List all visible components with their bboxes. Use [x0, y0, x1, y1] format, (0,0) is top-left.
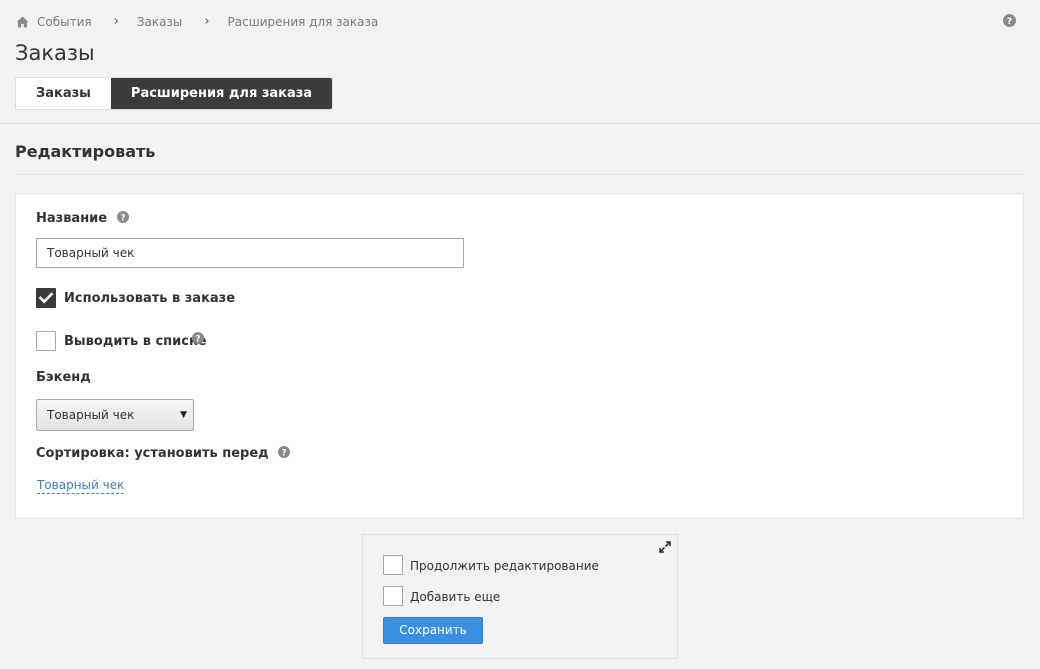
breadcrumb-item-orders[interactable]: Заказы [137, 15, 183, 29]
add-more-checkbox[interactable] [383, 586, 403, 606]
name-label: Название ? [36, 211, 129, 226]
question-circle-icon[interactable]: ? [192, 332, 204, 344]
breadcrumb-item-events[interactable]: События [16, 15, 92, 29]
caret-down-icon: ▼ [180, 410, 187, 420]
show-in-list-label[interactable]: Выводить в списке [64, 334, 207, 349]
continue-editing-checkbox[interactable] [383, 555, 403, 575]
tab-orders[interactable]: Заказы [16, 78, 111, 109]
chevron-right-icon: › [204, 14, 210, 29]
svg-text:?: ? [196, 334, 201, 344]
edit-form: Название ? Товарный чек Использовать в з… [15, 193, 1024, 519]
sort-label: Сортировка: установить перед ? [36, 446, 291, 461]
chevron-right-icon: › [113, 14, 119, 29]
question-circle-icon[interactable]: ? [116, 211, 129, 223]
checkmark-icon [38, 292, 54, 304]
continue-editing-label[interactable]: Продолжить редактирование [410, 559, 599, 573]
name-input[interactable]: Товарный чек [36, 238, 464, 268]
svg-text:?: ? [120, 213, 125, 223]
add-more-label[interactable]: Добавить еще [410, 590, 500, 604]
svg-text:?: ? [1007, 17, 1012, 27]
breadcrumb-item-order-extensions: Расширения для заказа [227, 14, 379, 29]
tab-order-extensions[interactable]: Расширения для заказа [110, 78, 333, 109]
show-in-list-checkbox[interactable] [36, 331, 56, 351]
home-icon [16, 16, 29, 27]
divider [0, 123, 1040, 124]
tab-bar: Заказы Расширения для заказа [15, 77, 334, 110]
use-in-order-label[interactable]: Использовать в заказе [64, 291, 235, 306]
svg-text:?: ? [282, 448, 287, 458]
section-title: Редактировать [15, 142, 156, 161]
save-panel: Продолжить редактирование Добавить еще С… [362, 534, 678, 659]
sort-position-link[interactable]: Товарный чек [37, 477, 125, 494]
page-title: Заказы [15, 41, 95, 65]
question-circle-icon[interactable]: ? [1003, 14, 1016, 27]
breadcrumb: События › Заказы › Расширения для заказа [16, 14, 378, 29]
use-in-order-checkbox[interactable] [36, 288, 56, 308]
save-button[interactable]: Сохранить [383, 617, 483, 644]
backend-label: Бэкенд [36, 370, 91, 385]
backend-select[interactable]: Товарный чек ▼ [36, 399, 194, 431]
question-circle-icon[interactable]: ? [278, 446, 291, 458]
expand-icon[interactable] [659, 541, 671, 553]
divider [15, 174, 1024, 175]
